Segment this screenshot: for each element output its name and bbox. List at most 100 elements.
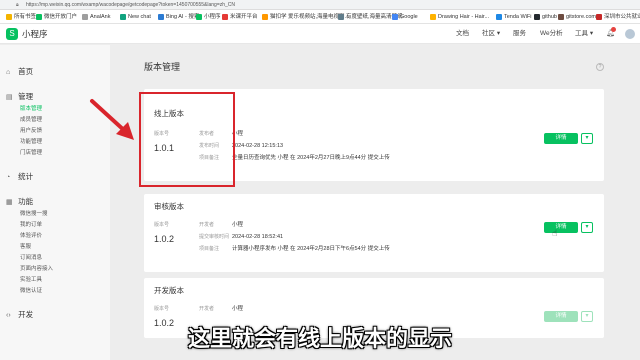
sidebar-item[interactable]: 订阅消息 bbox=[20, 254, 42, 262]
bookmark-item[interactable]: AnalAnk bbox=[82, 13, 111, 21]
info-label: 开发者 bbox=[199, 222, 215, 228]
info-value: 2024-02-28 12:15:13 bbox=[232, 143, 284, 149]
info-label: 项目备注 bbox=[199, 246, 220, 252]
chevron-down-icon[interactable]: ▾ bbox=[581, 311, 593, 322]
video-subtitle: 这里就会有线上版本的显示 bbox=[187, 327, 452, 352]
bookmark-label: 微信开放门户 bbox=[44, 14, 78, 20]
bookmark-favicon-icon bbox=[534, 13, 540, 20]
nav-community[interactable]: 社区 ▾ bbox=[482, 29, 500, 39]
sidebar-group-home[interactable]: ⌂ 首页 bbox=[6, 67, 33, 77]
sidebar-group-label: 开发 bbox=[18, 310, 34, 319]
sidebar-item[interactable]: 微信认证 bbox=[20, 287, 42, 295]
highlight-box bbox=[139, 92, 235, 187]
sidebar-group-stats[interactable]: ◔ 统计 bbox=[6, 172, 33, 182]
avatar[interactable] bbox=[625, 29, 635, 39]
bookmark-item[interactable]: Tenda WiFi bbox=[496, 13, 532, 21]
bookmark-item[interactable]: Google bbox=[392, 13, 418, 21]
bookmark-item[interactable]: 米课开平台 bbox=[222, 13, 258, 21]
url-text[interactable]: https://mp.weixin.qq.com/wxamp/wacodepag… bbox=[26, 1, 626, 9]
lock-icon: 🔒︎ bbox=[16, 2, 19, 8]
bookmark-favicon-icon bbox=[222, 13, 228, 20]
sidebar-group-label: 统计 bbox=[18, 172, 34, 181]
bookmark-label: Bing AI - 搜索 bbox=[166, 14, 200, 20]
bookmark-item[interactable]: 微信开放门户 bbox=[36, 13, 77, 21]
nav-services[interactable]: 服务 bbox=[513, 29, 526, 39]
bookmark-label: AnalAnk bbox=[90, 14, 111, 20]
bookmark-favicon-icon bbox=[430, 13, 436, 20]
sidebar-item[interactable]: 门店管理 bbox=[20, 149, 42, 157]
bookmark-label: 深圳市公共就业服... bbox=[604, 14, 640, 20]
bookmark-label: New chat bbox=[128, 14, 151, 20]
sidebar-item[interactable]: 客服 bbox=[20, 243, 31, 251]
help-icon[interactable]: ? bbox=[596, 63, 604, 71]
bookmarks-bar: 所有书签 微信开放门户 AnalAnk New chat Bing AI - 搜索 小程序… bbox=[0, 10, 640, 24]
bookmark-item[interactable]: 深圳市公共就业服... bbox=[596, 13, 640, 21]
sidebar-item[interactable]: 实验工具 bbox=[20, 276, 42, 284]
sidebar-group-features[interactable]: ▦ 功能 bbox=[6, 197, 33, 207]
sidebar-group-dev[interactable]: ‹› 开发 bbox=[6, 310, 33, 320]
detail-button[interactable]: 详情 bbox=[544, 133, 578, 144]
bookmark-item[interactable]: 猫扣学 爱乐视频站,海量电视剧... bbox=[262, 13, 349, 21]
chevron-down-icon: ▾ bbox=[589, 30, 594, 37]
scrollbar[interactable] bbox=[626, 45, 640, 360]
red-arrow-icon bbox=[90, 99, 134, 140]
version-label: 版本号 bbox=[154, 306, 170, 312]
chevron-down-icon[interactable]: ▾ bbox=[581, 222, 593, 233]
info-label: 提交审核时间 bbox=[199, 234, 230, 240]
bookmark-favicon-icon bbox=[6, 13, 12, 20]
sidebar-item[interactable]: 版本管理 bbox=[20, 105, 42, 113]
info-value: 全量日历查询优先 小程 在 2024年2月27日晚上9点44分 提交上传 bbox=[232, 155, 390, 161]
features-icon: ▦ bbox=[6, 199, 13, 206]
bookmark-favicon-icon bbox=[496, 13, 502, 20]
version-number: 1.0.2 bbox=[154, 234, 175, 244]
version-card: 审核版本 版本号 1.0.2 开发者 小程 提交审核时间 2024-02-28 18:52:… bbox=[144, 194, 604, 272]
detail-button[interactable]: 详情 bbox=[544, 311, 578, 322]
browser-address-bar[interactable]: 🔒︎ https://mp.weixin.qq.com/wxamp/wacode… bbox=[0, 0, 640, 10]
sidebar-item[interactable]: 页面内容接入 bbox=[20, 265, 53, 273]
bookmark-favicon-icon bbox=[338, 13, 344, 20]
bookmark-favicon-icon bbox=[82, 13, 88, 20]
bookmark-item[interactable]: New chat bbox=[120, 13, 151, 21]
version-label: 版本号 bbox=[154, 222, 170, 228]
sidebar-item[interactable]: 体验评价 bbox=[20, 232, 42, 240]
bookmark-favicon-icon bbox=[196, 13, 202, 20]
bookmark-item[interactable]: Bing AI - 搜索 bbox=[158, 13, 199, 21]
bookmark-item[interactable]: 所有书签 bbox=[6, 13, 36, 21]
bookmark-label: github bbox=[542, 14, 557, 20]
sidebar-item[interactable]: 功能管理 bbox=[20, 138, 42, 146]
app-name: 小程序 bbox=[22, 29, 48, 39]
bookmark-label: Tenda WiFi bbox=[504, 14, 532, 20]
nav-community-label: 社区 bbox=[482, 30, 495, 37]
bookmark-item[interactable]: 小程序 bbox=[196, 13, 221, 21]
nav-tools[interactable]: 工具 ▾ bbox=[575, 29, 593, 39]
bookmark-favicon-icon bbox=[262, 13, 268, 20]
bookmark-favicon-icon bbox=[596, 13, 602, 20]
info-label: 开发者 bbox=[199, 306, 215, 312]
sidebar-item[interactable]: 微信搜一搜 bbox=[20, 210, 48, 218]
bookmark-favicon-icon bbox=[158, 13, 164, 20]
chevron-down-icon[interactable]: ▾ bbox=[581, 133, 593, 144]
detail-button[interactable]: 详情 bbox=[544, 222, 578, 233]
sidebar-item[interactable]: 用户反馈 bbox=[20, 127, 42, 135]
bookmark-favicon-icon bbox=[120, 13, 126, 20]
home-icon: ⌂ bbox=[6, 69, 11, 76]
bookmark-label: 小程序 bbox=[204, 14, 221, 20]
notification-badge bbox=[611, 27, 616, 32]
bookmark-item[interactable]: Drawing Hair - Hair... bbox=[430, 13, 489, 21]
stats-icon: ◔ bbox=[6, 174, 11, 181]
bookmark-item[interactable]: github bbox=[534, 13, 557, 21]
chevron-down-icon: ▾ bbox=[496, 30, 501, 37]
card-title: 审核版本 bbox=[154, 202, 184, 211]
bookmark-item[interactable]: gitstore.com bbox=[558, 13, 596, 21]
sidebar-item[interactable]: 成员管理 bbox=[20, 116, 42, 124]
bookmark-favicon-icon bbox=[36, 13, 42, 20]
miniprogram-logo-icon[interactable]: S bbox=[6, 28, 18, 40]
sidebar-item[interactable]: 我的订单 bbox=[20, 221, 42, 229]
sidebar-group-label: 管理 bbox=[18, 92, 34, 101]
sidebar-group-manage[interactable]: ▤ 管理 bbox=[6, 92, 33, 102]
nav-docs[interactable]: 文档 bbox=[456, 29, 469, 39]
nav-tools-label: 工具 bbox=[575, 30, 588, 37]
manage-icon: ▤ bbox=[6, 94, 13, 101]
bookmark-label: 所有书签 bbox=[14, 14, 37, 20]
nav-we-analytics[interactable]: We分析 bbox=[540, 29, 563, 39]
